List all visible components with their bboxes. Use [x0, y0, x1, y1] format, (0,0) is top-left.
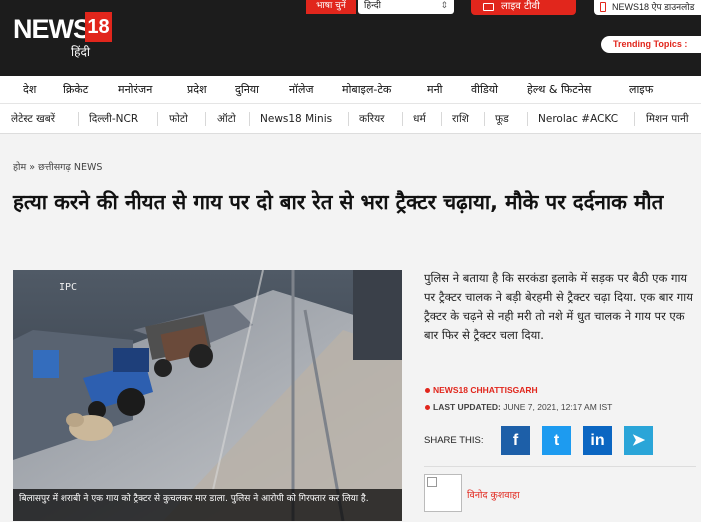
- last-updated-value: JUNE 7, 2021, 12:17 AM IST: [503, 402, 613, 412]
- subnav-item[interactable]: मिशन पानी: [646, 104, 689, 134]
- logo-number: 18: [85, 12, 112, 42]
- nav-item[interactable]: हेल्थ & फिटनेस: [527, 76, 591, 104]
- subnav-item[interactable]: लेटेस्ट खबरें: [11, 104, 55, 134]
- subnav-item[interactable]: दिल्ली-NCR: [89, 104, 138, 134]
- nav-divider: [157, 112, 158, 126]
- subnav-item[interactable]: राशि: [452, 104, 469, 134]
- app-download-button[interactable]: NEWS18 ऐप डाउनलोड: [594, 0, 701, 15]
- subnav-item[interactable]: Nerolac #ACKC: [538, 104, 618, 134]
- nav-item[interactable]: मनोरंजन: [118, 76, 152, 104]
- logo-subtitle: हिंदी: [71, 45, 90, 59]
- subnav-item[interactable]: News18 Minis: [260, 104, 332, 134]
- breadcrumb-separator: »: [29, 162, 36, 173]
- source-row: NEWS18 CHHATTISGARH: [424, 382, 696, 399]
- bullet-icon: [425, 405, 430, 410]
- share-label: SHARE THIS:: [424, 435, 484, 446]
- bullet-icon: [425, 388, 430, 393]
- divider: [424, 466, 696, 467]
- site-header: NEWS 18 हिंदी भाषा चुनें हिन्दी ⇕ लाइव ट…: [0, 0, 701, 76]
- subnav-item[interactable]: फोटो: [169, 104, 188, 134]
- article-summary: पुलिस ने बताया है कि सरकंडा इलाके में सड…: [424, 271, 693, 342]
- nav-item[interactable]: देश: [23, 76, 36, 104]
- language-selected: हिन्दी: [364, 1, 382, 11]
- subnav-item[interactable]: फूड: [495, 104, 509, 134]
- nav-divider: [484, 112, 485, 126]
- language-select[interactable]: हिन्दी ⇕: [358, 0, 454, 14]
- share-bar: SHARE THIS: f t in ➤: [424, 426, 696, 456]
- broken-image-icon: [427, 477, 437, 487]
- last-updated-label: LAST UPDATED:: [433, 402, 501, 412]
- breadcrumb-home[interactable]: होम: [13, 162, 26, 173]
- nav-item[interactable]: क्रिकेट: [63, 76, 88, 104]
- article-hero-image[interactable]: IPC बिलासपुर में शराबी ने एक गाय को ट्रै…: [13, 270, 402, 521]
- updated-row: LAST UPDATED: JUNE 7, 2021, 12:17 AM IST: [424, 399, 696, 416]
- breadcrumb-section[interactable]: छत्तीसगढ़ NEWS: [38, 162, 102, 173]
- phone-icon: [600, 2, 606, 12]
- author-avatar[interactable]: [424, 474, 462, 512]
- breadcrumb: होम » छत्तीसगढ़ NEWS: [13, 160, 102, 173]
- subnav-item[interactable]: करियर: [359, 104, 384, 134]
- nav-divider: [441, 112, 442, 126]
- nav-divider: [634, 112, 635, 126]
- nav-divider: [249, 112, 250, 126]
- nav-divider: [402, 112, 403, 126]
- nav-item[interactable]: मोबाइल-टेक: [342, 76, 391, 104]
- nav-item[interactable]: वीडियो: [471, 76, 498, 104]
- twitter-share-button[interactable]: t: [542, 426, 571, 455]
- nav-item[interactable]: दुनिया: [235, 76, 259, 104]
- nav-divider: [348, 112, 349, 126]
- nav-divider: [205, 112, 206, 126]
- article-meta: NEWS18 CHHATTISGARH LAST UPDATED: JUNE 7…: [424, 382, 696, 416]
- facebook-share-button[interactable]: f: [501, 426, 530, 455]
- live-tv-label: लाइव टीवी: [501, 1, 540, 12]
- news18-logo[interactable]: NEWS 18 हिंदी: [13, 12, 112, 59]
- secondary-nav: लेटेस्ट खबरें दिल्ली-NCR फोटो ऑटो News18…: [0, 104, 701, 134]
- article-title: हत्या करने की नीयत से गाय पर दो बार रेत …: [13, 190, 664, 214]
- cctv-scene-illustration: IPC: [13, 270, 402, 521]
- nav-item[interactable]: लाइफ: [629, 76, 653, 104]
- author-name[interactable]: विनोद कुशवाहा: [467, 488, 520, 501]
- live-tv-button[interactable]: लाइव टीवी: [471, 0, 576, 15]
- subnav-item[interactable]: ऑटो: [217, 104, 236, 134]
- primary-nav: देश क्रिकेट मनोरंजन प्रदेश दुनिया नॉलेज …: [0, 76, 701, 104]
- app-download-label: NEWS18 ऐप डाउनलोड: [612, 2, 695, 12]
- article-source[interactable]: NEWS18 CHHATTISGARH: [433, 385, 538, 395]
- subnav-item[interactable]: धर्म: [413, 104, 426, 134]
- svg-text:IPC: IPC: [59, 282, 77, 293]
- telegram-share-button[interactable]: ➤: [624, 426, 653, 455]
- tv-icon: [483, 3, 494, 11]
- logo-word: NEWS: [13, 14, 91, 44]
- nav-item[interactable]: मनी: [427, 76, 443, 104]
- trending-topics[interactable]: Trending Topics :: [601, 36, 701, 53]
- image-caption: बिलासपुर में शराबी ने एक गाय को ट्रैक्टर…: [13, 489, 402, 521]
- nav-divider: [527, 112, 528, 126]
- nav-divider: [78, 112, 79, 126]
- linkedin-share-button[interactable]: in: [583, 426, 612, 455]
- language-label: भाषा चुनें: [306, 0, 356, 14]
- nav-item[interactable]: प्रदेश: [187, 76, 207, 104]
- chevron-updown-icon: ⇕: [440, 1, 448, 11]
- nav-item[interactable]: नॉलेज: [289, 76, 314, 104]
